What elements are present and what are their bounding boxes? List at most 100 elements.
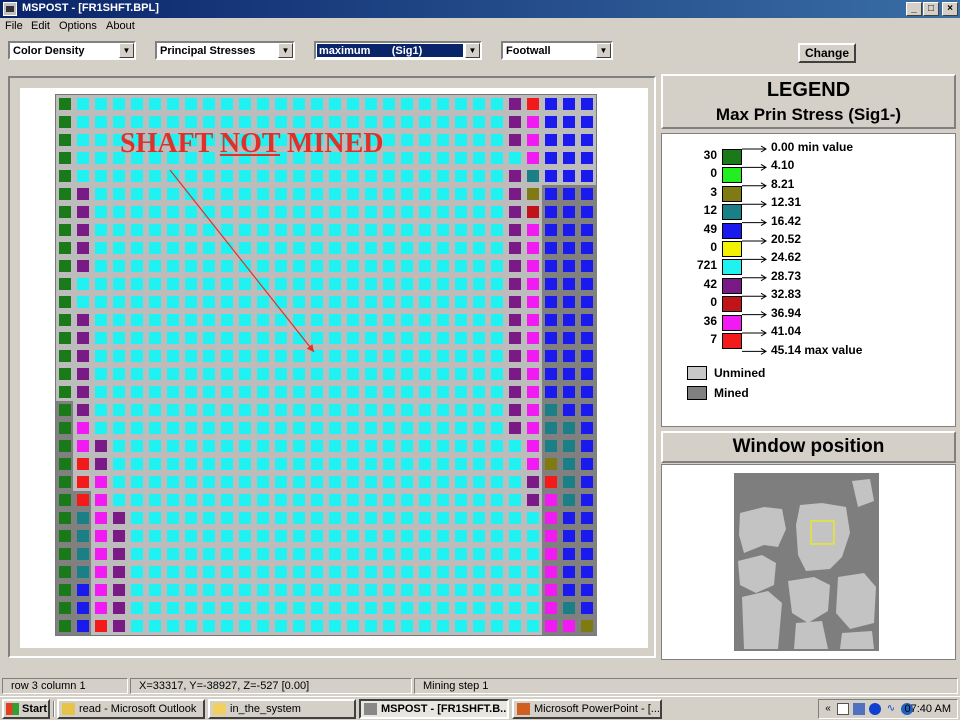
grid-cell <box>167 602 179 614</box>
legend-value: 4.10 <box>771 158 795 173</box>
grid-cell <box>203 278 215 290</box>
window-position-map[interactable] <box>734 473 879 651</box>
grid-cell <box>239 458 251 470</box>
grid-cell <box>131 224 143 236</box>
close-button[interactable]: × <box>942 2 958 16</box>
grid-cell <box>221 350 233 362</box>
menu-options[interactable]: Options <box>59 20 97 32</box>
grid-cell <box>203 602 215 614</box>
grid-cell <box>293 422 305 434</box>
grid-cell <box>293 584 305 596</box>
grid-cell <box>275 440 287 452</box>
grid-cell <box>329 296 341 308</box>
menu-file[interactable]: File <box>5 20 23 32</box>
grid-cell <box>383 206 395 218</box>
menu-about[interactable]: About <box>106 20 135 32</box>
mail-icon[interactable] <box>837 703 849 715</box>
grid-cell <box>365 620 377 632</box>
grid-cell <box>311 332 323 344</box>
grid-cell <box>59 134 71 146</box>
chevron-down-icon[interactable]: ▼ <box>119 43 134 58</box>
start-button[interactable]: Start <box>2 699 50 719</box>
grid-cell <box>329 620 341 632</box>
component-select[interactable]: maximum (Sig1) ▼ <box>314 41 482 60</box>
chevron-down-icon[interactable]: ▼ <box>465 43 480 58</box>
grid-cell <box>455 602 467 614</box>
grid-cell <box>563 458 575 470</box>
grid-cell <box>95 476 107 488</box>
grid-cell <box>221 368 233 380</box>
grid-cell <box>221 224 233 236</box>
task-mspost[interactable]: MSPOST - [FR1SHFT.B... <box>359 699 509 719</box>
grid-cell <box>473 548 485 560</box>
grid-cell <box>401 260 413 272</box>
grid-cell <box>131 440 143 452</box>
task-powerpoint[interactable]: Microsoft PowerPoint - [... <box>512 699 662 719</box>
grid-cell <box>239 566 251 578</box>
menu-edit[interactable]: Edit <box>31 20 50 32</box>
surface-select[interactable]: Footwall ▼ <box>501 41 613 60</box>
grid-cell <box>293 404 305 416</box>
maximize-button[interactable]: □ <box>923 2 939 16</box>
grid-cell <box>383 332 395 344</box>
grid-cell <box>293 458 305 470</box>
legend-header: LEGEND Max Prin Stress (Sig1-) <box>661 74 956 129</box>
grid-cell <box>329 476 341 488</box>
grid-cell <box>545 494 557 506</box>
grid-cell <box>527 440 539 452</box>
bluetooth-icon[interactable] <box>869 703 881 715</box>
grid-cell <box>545 116 557 128</box>
grid-cell <box>167 584 179 596</box>
grid-cell <box>77 224 89 236</box>
chevron-down-icon[interactable]: ▼ <box>278 43 293 58</box>
grid-cell <box>329 566 341 578</box>
grid-cell <box>401 188 413 200</box>
grid-cell <box>329 530 341 542</box>
grid-cell <box>113 386 125 398</box>
grid-cell <box>257 368 269 380</box>
app-icon[interactable] <box>3 2 17 16</box>
grid-cell <box>563 224 575 236</box>
grid-cell <box>203 368 215 380</box>
change-button[interactable]: Change <box>798 43 856 63</box>
grid-cell <box>239 278 251 290</box>
annotation-label: SHAFT NOT MINED <box>120 128 383 160</box>
grid-cell <box>563 440 575 452</box>
grid-cell <box>113 260 125 272</box>
task-outlook[interactable]: read - Microsoft Outlook <box>57 699 205 719</box>
display-mode-select[interactable]: Color Density ▼ <box>8 41 136 60</box>
mspost-icon <box>364 703 377 715</box>
grid-cell <box>545 476 557 488</box>
legend-value: 20.52 <box>771 232 802 246</box>
grid-cell <box>401 116 413 128</box>
grid-cell <box>131 530 143 542</box>
minimize-button[interactable]: _ <box>906 2 922 16</box>
grid-cell <box>311 440 323 452</box>
grid-cell <box>95 116 107 128</box>
grid-cell <box>527 134 539 146</box>
grid-cell <box>527 584 539 596</box>
grid-cell <box>347 368 359 380</box>
grid-cell <box>581 386 593 398</box>
legend-tick-arrow <box>742 347 767 355</box>
grid-cell <box>77 512 89 524</box>
chevron-down-icon[interactable]: ▼ <box>596 43 611 58</box>
grid-cell <box>221 512 233 524</box>
grid-cell <box>581 152 593 164</box>
grid-cell <box>545 368 557 380</box>
grid-cell <box>59 188 71 200</box>
grid-cell <box>401 584 413 596</box>
quantity-select[interactable]: Principal Stresses ▼ <box>155 41 295 60</box>
task-folder[interactable]: in_the_system <box>208 699 356 719</box>
grid-cell <box>347 296 359 308</box>
network-icon[interactable] <box>853 703 865 715</box>
stress-grid[interactable] <box>55 94 597 636</box>
grid-cell <box>347 476 359 488</box>
grid-cell <box>167 224 179 236</box>
tray-expand-icon[interactable]: « <box>822 703 834 715</box>
audio-icon[interactable]: ∿ <box>885 703 897 715</box>
grid-cell <box>167 494 179 506</box>
legend-value: 28.73 <box>771 268 802 283</box>
grid-cell <box>221 170 233 182</box>
clock[interactable]: 07:40 AM <box>905 703 951 715</box>
